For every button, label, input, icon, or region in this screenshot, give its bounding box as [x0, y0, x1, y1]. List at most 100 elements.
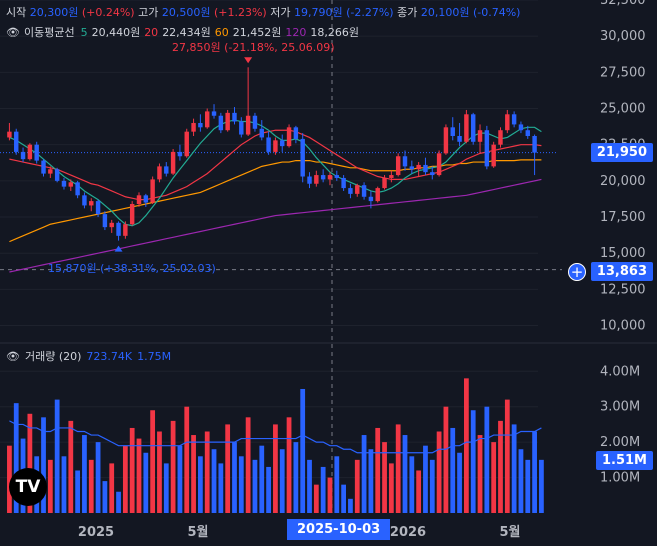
high-label: 고가: [138, 6, 159, 19]
volume-bar: [463, 378, 469, 513]
volume-bar: [150, 410, 156, 513]
volume-value-1: 723.74K: [86, 349, 133, 363]
low-value: 19,790원: [293, 6, 343, 19]
volume-bar: [348, 498, 353, 513]
price-tick-label: 25,000: [600, 102, 646, 117]
ma120-period: 120: [285, 25, 307, 39]
volume-bar: [423, 445, 428, 513]
volume-bar: [259, 445, 265, 513]
candle-body: [164, 166, 169, 174]
ma60-line: [9, 159, 542, 243]
candle-body: [327, 175, 333, 180]
crosshair-price-tag: 13,863: [590, 262, 653, 281]
candle-body: [416, 164, 421, 170]
plus-circle-icon[interactable]: +: [568, 263, 586, 281]
candle-body: [307, 176, 312, 184]
open-label: 시작: [6, 6, 27, 19]
candle-body: [300, 138, 305, 177]
high-marker: [244, 57, 253, 64]
volume-tick-label: 1.00M: [600, 471, 640, 486]
candle-body: [245, 115, 251, 135]
volume-bar: [116, 491, 121, 513]
volume-bar: [184, 406, 190, 513]
current-price-tag: 21,950: [590, 143, 653, 162]
x-tick-label: 5월: [187, 524, 208, 540]
volume-bar: [375, 427, 381, 513]
volume-bar: [170, 420, 176, 513]
volume-bar: [327, 477, 333, 513]
close-label: 종가: [397, 6, 418, 19]
chart-root: 32,50030,00027,50025,00022,50020,00017,5…: [0, 0, 657, 546]
candle-body: [225, 112, 230, 131]
ma5-value: 20,440원: [91, 26, 141, 39]
close-change: (-0.74%): [472, 6, 521, 19]
candle-body: [95, 201, 101, 215]
candle-body: [450, 127, 455, 136]
volume-bar: [266, 466, 271, 513]
candle-body: [436, 153, 442, 176]
volume-bar: [436, 431, 442, 513]
candle-body: [41, 160, 46, 174]
volume-bar: [477, 435, 483, 513]
candle-body: [184, 131, 189, 157]
ma60-value: 21,452원: [232, 26, 282, 39]
volume-bar: [102, 481, 108, 513]
volume-bar: [313, 484, 319, 513]
volume-bar: [518, 449, 524, 513]
ma5-period: 5: [80, 25, 88, 39]
volume-bar: [143, 452, 149, 513]
candle-body: [498, 130, 503, 145]
volume-bar: [511, 424, 517, 513]
candle-body: [170, 151, 176, 174]
candle-body: [334, 175, 340, 178]
eye-icon[interactable]: 👁: [6, 26, 20, 39]
candle-body: [293, 127, 299, 139]
crosshair-date-tag: 2025-10-03: [287, 519, 391, 540]
volume-tick-label: 4.00M: [600, 364, 640, 379]
volume-bar: [61, 456, 67, 513]
candle-body: [211, 111, 217, 116]
volume-tag: 1.51M: [595, 451, 653, 470]
candle-body: [102, 214, 108, 228]
ma-legend[interactable]: 👁 이동평균선 5 20,440원 20 22,434원 60 21,452원 …: [6, 24, 359, 40]
volume-bar: [532, 431, 537, 513]
open-change: (+0.24%): [81, 6, 135, 19]
tradingview-logo-icon[interactable]: TV: [9, 468, 47, 506]
candle-body: [423, 164, 428, 173]
candle-body: [477, 130, 483, 142]
volume-bar: [136, 438, 142, 513]
price-tick-label: 27,500: [600, 65, 646, 80]
candle-body: [409, 166, 415, 170]
volume-bar: [354, 459, 360, 513]
eye-icon-volume[interactable]: 👁: [6, 350, 20, 363]
candle-body: [157, 166, 162, 180]
volume-bar: [191, 435, 196, 513]
ma60-period: 60: [214, 25, 229, 39]
candle-body: [252, 115, 258, 129]
volume-bar: [225, 424, 231, 513]
candle-body: [177, 151, 183, 157]
low-change: (-2.27%): [346, 6, 394, 19]
volume-bar: [388, 463, 394, 513]
volume-bar: [293, 442, 299, 513]
volume-bar: [409, 456, 415, 513]
candle-body: [320, 175, 326, 180]
volume-bar: [368, 449, 374, 513]
volume-bar: [88, 459, 94, 513]
candle-body: [518, 124, 524, 131]
volume-bar: [82, 435, 87, 513]
high-annotation: 27,850원 (-21.18%, 25.06.09): [172, 41, 335, 54]
candle-body: [402, 156, 408, 167]
volume-bar: [252, 459, 258, 513]
candle-body: [82, 195, 87, 206]
volume-bar: [204, 431, 210, 513]
volume-bar: [286, 417, 292, 513]
volume-bar: [273, 424, 278, 513]
volume-bar: [443, 406, 449, 513]
volume-bar: [341, 484, 347, 513]
volume-bar: [320, 466, 326, 513]
volume-tick-label: 3.00M: [600, 400, 640, 415]
candle-body: [382, 177, 387, 189]
candle-body: [136, 195, 142, 204]
volume-legend[interactable]: 👁 거래량 (20) 723.74K 1.75M: [6, 348, 171, 364]
